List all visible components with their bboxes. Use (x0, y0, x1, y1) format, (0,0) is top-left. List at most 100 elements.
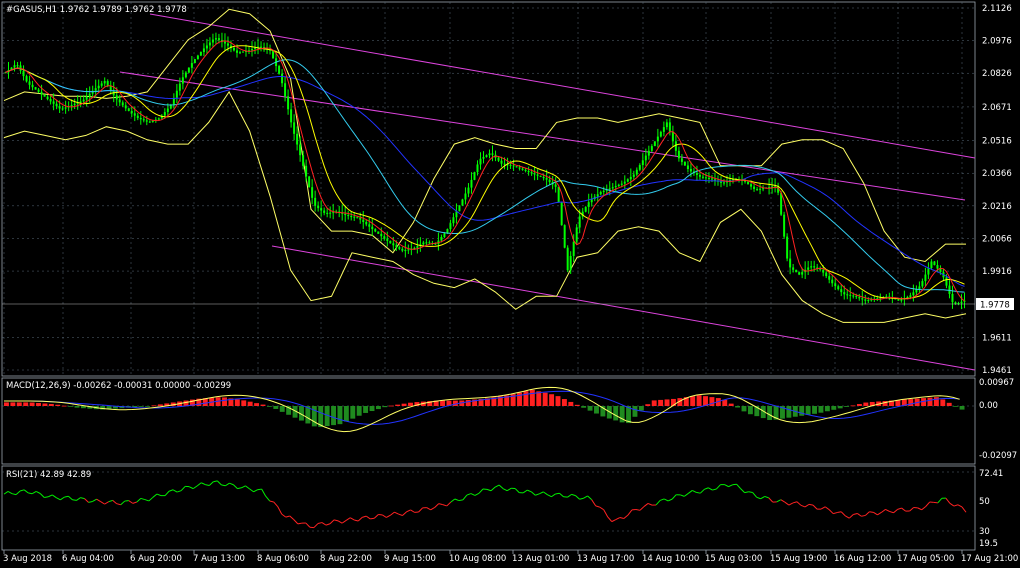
candle-body (178, 83, 181, 91)
candle-body (849, 294, 852, 296)
candle-body (653, 141, 656, 147)
candle-body (398, 247, 401, 249)
price-tick-2: 2.0826 (982, 69, 1012, 79)
time-label-6: 9 Aug 15:00 (384, 554, 436, 564)
macd-bar (61, 405, 67, 407)
macd-bar (940, 399, 946, 406)
candle-body (467, 187, 470, 194)
candle-body (560, 202, 563, 226)
macd-bar (465, 400, 471, 406)
macd-bar (151, 405, 157, 407)
candle-body (142, 119, 145, 121)
price-tick-1: 2.0976 (982, 37, 1012, 47)
candle-body (287, 96, 290, 110)
time-label-4: 8 Aug 06:00 (257, 554, 309, 564)
candle-body (37, 89, 40, 92)
candle-body (677, 150, 680, 159)
candle-body (296, 133, 299, 145)
macd-bar (23, 402, 29, 406)
candle-body (124, 105, 127, 109)
time-label-12: 15 Aug 19:00 (770, 554, 827, 564)
candle-body (722, 182, 725, 184)
rsi-segment (370, 517, 375, 520)
candle-body (121, 102, 124, 106)
candle-body (759, 188, 762, 190)
macd-bar (735, 406, 741, 408)
macd-bar (741, 406, 747, 412)
candle-body (311, 187, 314, 198)
candle-body (115, 95, 118, 100)
candle-body (927, 268, 930, 275)
candle-body (521, 168, 524, 170)
candle-body (163, 112, 166, 116)
time-label-7: 10 Aug 08:00 (449, 554, 506, 564)
candle-body (380, 233, 383, 237)
candle-body (473, 172, 476, 180)
candle-body (139, 118, 142, 120)
candle-body (407, 249, 410, 251)
macd-bar (138, 406, 144, 407)
time-label-5: 8 Aug 22:00 (320, 554, 372, 564)
candle-body (671, 131, 674, 142)
macd-bar (266, 406, 272, 407)
candle-body (482, 156, 485, 159)
macd-bar (594, 406, 599, 414)
macd-bar (722, 399, 728, 406)
candle-body (166, 108, 169, 113)
candle-body (807, 267, 810, 270)
candle-body (326, 212, 329, 214)
price-tick-6: 2.0216 (982, 202, 1012, 212)
candle-body (780, 192, 783, 215)
candle-body (479, 158, 482, 165)
candle-body (88, 93, 91, 97)
candle-body (49, 99, 52, 102)
candle-body (470, 179, 473, 188)
candle-body (719, 181, 722, 183)
candle-body (650, 146, 653, 151)
candle-body (251, 49, 254, 51)
candle-body (392, 243, 395, 246)
rsi-segment (808, 503, 814, 506)
macd-bar (440, 400, 446, 406)
macd-bar (145, 406, 151, 407)
candle-body (241, 51, 244, 53)
candle-body (223, 41, 226, 44)
macd-bar (388, 405, 394, 407)
candle-body (500, 160, 503, 164)
macd-bar (36, 403, 41, 406)
macd-bar (279, 406, 285, 412)
candle-body (190, 63, 193, 68)
macd-bar (350, 406, 356, 419)
time-label-14: 17 Aug 05:00 (897, 554, 954, 564)
candle-body (133, 113, 136, 116)
candle-body (461, 199, 464, 206)
candle-body (837, 286, 840, 290)
candle-body (945, 277, 948, 286)
candle-body (184, 72, 187, 78)
macd-bar (254, 403, 260, 406)
candle-body (569, 255, 572, 271)
candle-body (608, 188, 611, 190)
rsi-tick-bottom: 19.5 (979, 539, 998, 549)
trading-chart[interactable]: #GASUS,H1 1.9762 1.9789 1.9762 1.9778 2.… (0, 0, 1020, 568)
macd-bar (401, 403, 407, 406)
macd-bar (587, 406, 593, 411)
candle-body (452, 217, 455, 224)
price-tick-10: 1.9461 (982, 366, 1012, 376)
candle-body (623, 181, 626, 184)
macd-bar (247, 401, 253, 406)
candle-body (449, 223, 452, 230)
candle-body (686, 165, 689, 170)
candle-body (822, 269, 825, 273)
candle-body (629, 176, 632, 180)
candle-body (933, 261, 936, 266)
candle-body (783, 214, 786, 237)
candle-body (13, 65, 16, 68)
candle-body (55, 103, 58, 107)
candle-body (73, 103, 76, 105)
candle-body (208, 42, 211, 46)
candle-body (356, 217, 359, 219)
candle-body (795, 269, 798, 273)
candle-body (320, 208, 323, 211)
candle-body (235, 50, 238, 53)
